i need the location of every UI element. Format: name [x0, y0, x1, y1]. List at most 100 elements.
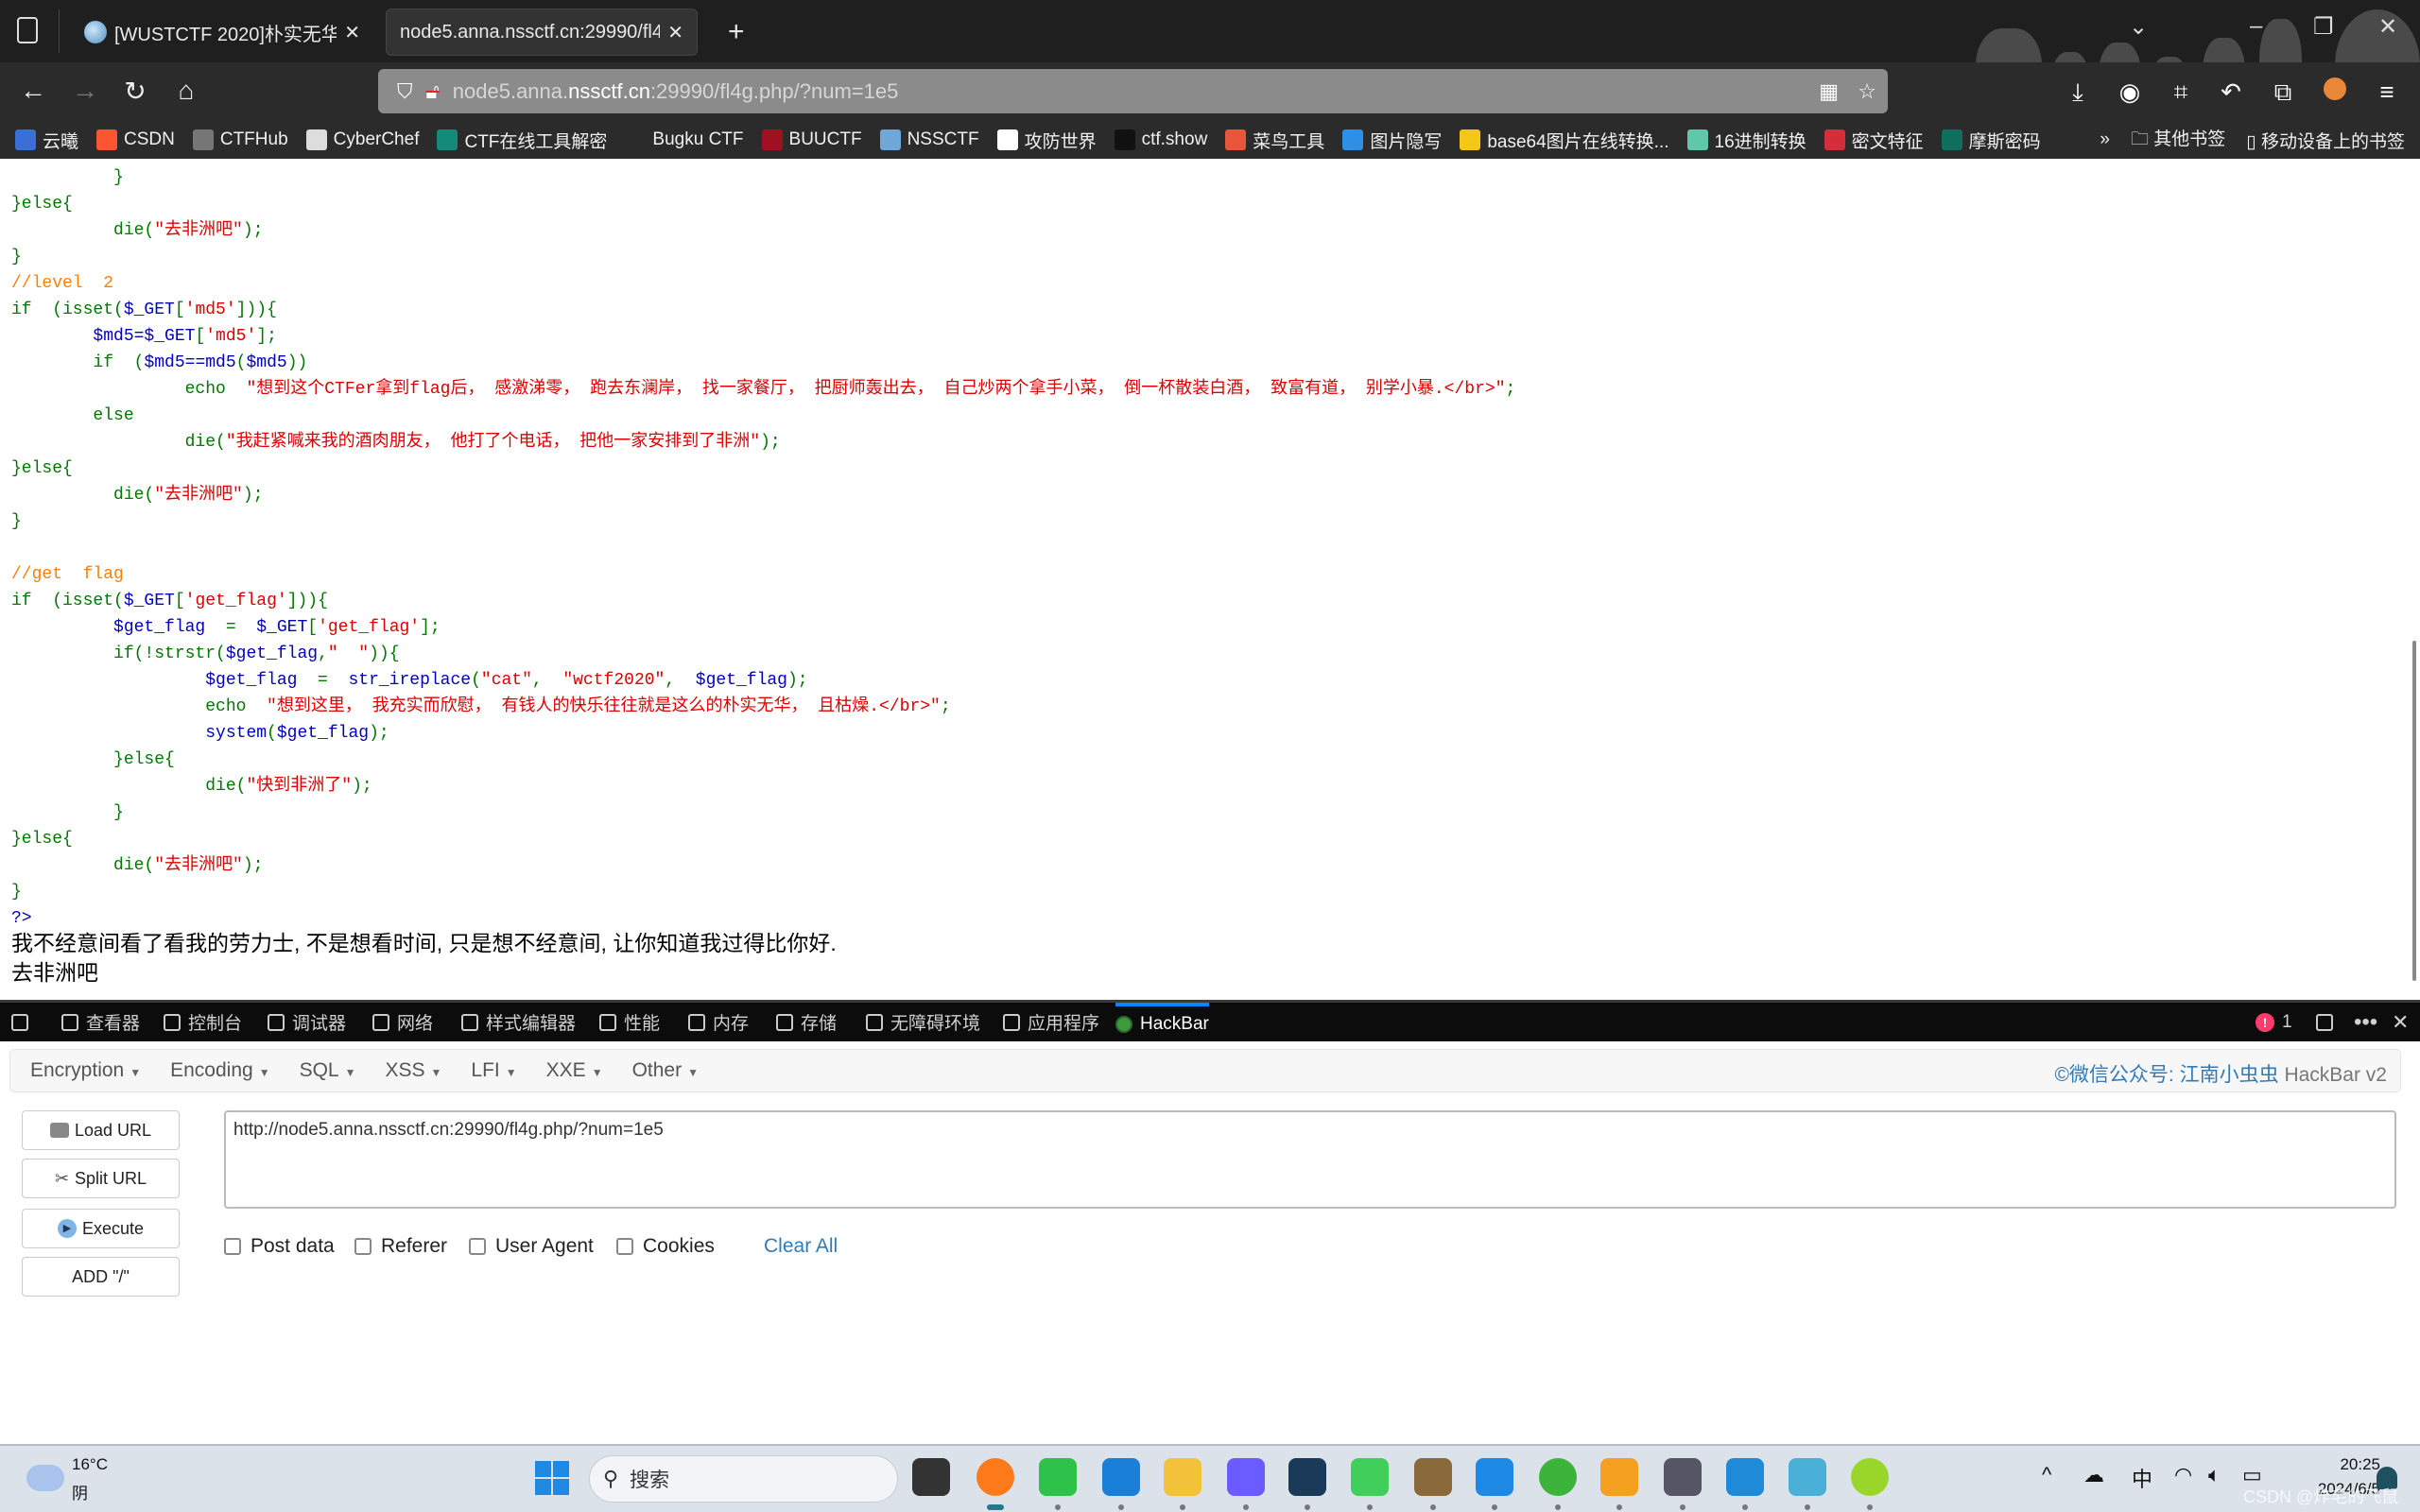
plant-game-icon[interactable] — [1414, 1458, 1452, 1496]
wifi-icon[interactable]: ◠ — [2174, 1463, 2192, 1487]
bookmark-item[interactable]: CTF在线工具解密 — [437, 128, 607, 153]
devtools-tab[interactable]: 无障碍环境 — [866, 1003, 980, 1041]
close-tab-icon[interactable]: ✕ — [344, 21, 360, 44]
referer-checkbox[interactable]: Referer — [354, 1235, 447, 1258]
devtools-tab[interactable]: 查看器 — [61, 1003, 140, 1041]
devtools-tab[interactable]: 应用程序 — [1003, 1003, 1099, 1041]
cheat-engine-icon[interactable] — [1288, 1458, 1326, 1496]
weather-desc[interactable]: 阴 — [72, 1480, 88, 1503]
hackbar-menu-sql[interactable]: SQL ▼ — [300, 1059, 356, 1082]
tab-nssctf[interactable]: [WUSTCTF 2020]朴实无华 | NSSCTF ✕ — [71, 9, 373, 56]
load-url-button[interactable]: Load URL — [22, 1110, 180, 1150]
tab-list-icon[interactable] — [17, 17, 38, 43]
pycharm-icon[interactable] — [1351, 1458, 1389, 1496]
responsive-mode-icon[interactable] — [2316, 1003, 2333, 1041]
bookmark-item[interactable]: CyberChef — [305, 128, 419, 153]
split-url-button[interactable]: ✂ Split URL — [22, 1159, 180, 1198]
quicker-icon[interactable] — [1227, 1458, 1265, 1496]
tab-overflow-chevron-icon[interactable]: ⌄ — [2129, 13, 2148, 41]
devtools-tab[interactable]: 调试器 — [268, 1003, 346, 1041]
bookmarks-overflow-icon[interactable]: » — [2100, 129, 2110, 150]
devtools-tab[interactable]: 样式编辑器 — [461, 1003, 576, 1041]
account-icon[interactable]: ◉ — [2113, 77, 2147, 107]
minimize-button[interactable]: – — [2250, 13, 2262, 40]
qr-code-icon[interactable]: ▦ — [1819, 79, 1839, 104]
devtools-tab[interactable]: 控制台 — [164, 1003, 242, 1041]
green-ball-app-icon[interactable] — [1851, 1458, 1889, 1496]
hackbar-menu-other[interactable]: Other ▼ — [632, 1059, 699, 1082]
ime-indicator[interactable]: 中 — [2132, 1463, 2152, 1493]
user-agent-checkbox[interactable]: User Agent — [469, 1235, 594, 1258]
forward-button[interactable]: → — [69, 76, 101, 106]
devtools-tab[interactable]: 性能 — [599, 1003, 660, 1041]
edge-icon[interactable] — [1102, 1458, 1140, 1496]
new-tab-button[interactable]: + — [715, 9, 758, 56]
hackbar-menu-xss[interactable]: XSS ▼ — [386, 1059, 442, 1082]
bookmark-item[interactable]: base64图片在线转换... — [1460, 128, 1669, 153]
post-data-checkbox[interactable]: Post data — [224, 1235, 335, 1258]
more-options-icon[interactable]: ••• — [2354, 1003, 2377, 1041]
sketch-app-icon[interactable] — [1600, 1458, 1638, 1496]
devtools-tab[interactable]: 网络 — [372, 1003, 433, 1041]
hackbar-menu-encoding[interactable]: Encoding ▼ — [170, 1059, 269, 1082]
devtools-tab[interactable]: 内存 — [688, 1003, 749, 1041]
address-bar[interactable]: ⛉ 🔓︎ node5.anna. nssctf.cn:29990/fl4g.php… — [378, 69, 1888, 113]
weather-temp[interactable]: 16°C — [72, 1455, 108, 1474]
screenshot-crop-icon[interactable]: ⌗ — [2164, 77, 2198, 108]
vscode-icon[interactable] — [1726, 1458, 1764, 1496]
bookmark-item[interactable]: 攻防世界 — [996, 128, 1097, 153]
reload-button[interactable]: ↻ — [119, 76, 151, 107]
wechat-icon[interactable] — [1039, 1458, 1077, 1496]
execute-button[interactable]: ▶ Execute — [22, 1209, 180, 1248]
devtools-tab[interactable]: 存储 — [776, 1003, 837, 1041]
clock-time[interactable]: 20:25 — [2314, 1455, 2380, 1474]
error-badge[interactable]: ! 1 — [2256, 1003, 2292, 1041]
close-window-button[interactable]: ✕ — [2378, 13, 2397, 41]
firefox-icon[interactable] — [977, 1458, 1014, 1496]
extension-avatar-icon[interactable] — [2318, 77, 2352, 107]
add-slash-button[interactable]: ADD "/" — [22, 1257, 180, 1297]
hackbar-menu-lfi[interactable]: LFI ▼ — [471, 1059, 516, 1082]
taskbar-search[interactable]: ⚲ 搜索 — [589, 1455, 898, 1503]
onedrive-cloud-icon[interactable]: ☁ — [2083, 1463, 2104, 1487]
task-view-icon[interactable] — [912, 1458, 950, 1496]
volume-muted-icon[interactable]: 🔈︎ — [2208, 1463, 2221, 1487]
ring-app-icon[interactable] — [1539, 1458, 1577, 1496]
bookmark-item[interactable]: 图片隐写 — [1342, 128, 1442, 153]
bookmark-item[interactable]: 摩斯密码 — [1941, 128, 2041, 153]
vertical-scrollbar[interactable] — [2412, 641, 2416, 981]
bookmark-item[interactable]: CTFHub — [192, 128, 288, 153]
restore-button[interactable]: ❐ — [2313, 13, 2334, 41]
bookmark-item[interactable]: Bugku CTF — [625, 128, 744, 153]
bookmark-item[interactable]: ctf.show — [1114, 128, 1207, 153]
back-button[interactable]: ← — [17, 76, 49, 106]
undo-icon[interactable]: ↶ — [2214, 77, 2248, 107]
bookmark-item[interactable]: CSDN — [96, 128, 175, 153]
bookmark-star-icon[interactable]: ☆ — [1858, 79, 1876, 104]
show-hidden-icons[interactable]: ^ — [2042, 1463, 2051, 1487]
bookmark-item[interactable]: BUUCTF — [761, 128, 862, 153]
start-windows-icon[interactable] — [535, 1461, 569, 1495]
extensions-icon[interactable]: ⧉ — [2266, 77, 2300, 108]
terminal-app-icon[interactable] — [1664, 1458, 1702, 1496]
close-tab-icon[interactable]: ✕ — [667, 21, 683, 44]
clear-all-link[interactable]: Clear All — [764, 1235, 838, 1258]
tab-fl4g[interactable]: node5.anna.nssctf.cn:29990/fl4g.php/?num… — [386, 9, 698, 56]
menu-icon[interactable]: ≡ — [2370, 77, 2404, 107]
home-button[interactable]: ⌂ — [170, 76, 202, 106]
hackbar-menu-xxe[interactable]: XXE ▼ — [546, 1059, 603, 1082]
cookies-checkbox[interactable]: Cookies — [616, 1235, 715, 1258]
shield-icon[interactable]: ⛉ — [397, 79, 413, 104]
virtualbox-icon[interactable] — [1476, 1458, 1513, 1496]
other-bookmarks[interactable]: 🗀︎ 其他书签 — [2131, 125, 2225, 156]
bookmark-item[interactable]: 云曦 — [15, 128, 78, 153]
wechat-link[interactable]: ©微信公众号: 江南小虫虫 — [2054, 1064, 2278, 1086]
downloads-icon[interactable]: ⤓ — [2061, 77, 2095, 108]
notepad-icon[interactable] — [1789, 1458, 1826, 1496]
bookmark-item[interactable]: 密文特征 — [1824, 128, 1924, 153]
mobile-bookmarks[interactable]: ▯ 移动设备上的书签 — [2246, 128, 2405, 153]
element-picker-icon[interactable] — [11, 1003, 28, 1041]
close-devtools-icon[interactable]: ✕ — [2392, 1003, 2409, 1041]
bookmark-item[interactable]: 菜鸟工具 — [1225, 128, 1324, 153]
bookmark-item[interactable]: 16进制转换 — [1686, 128, 1806, 153]
